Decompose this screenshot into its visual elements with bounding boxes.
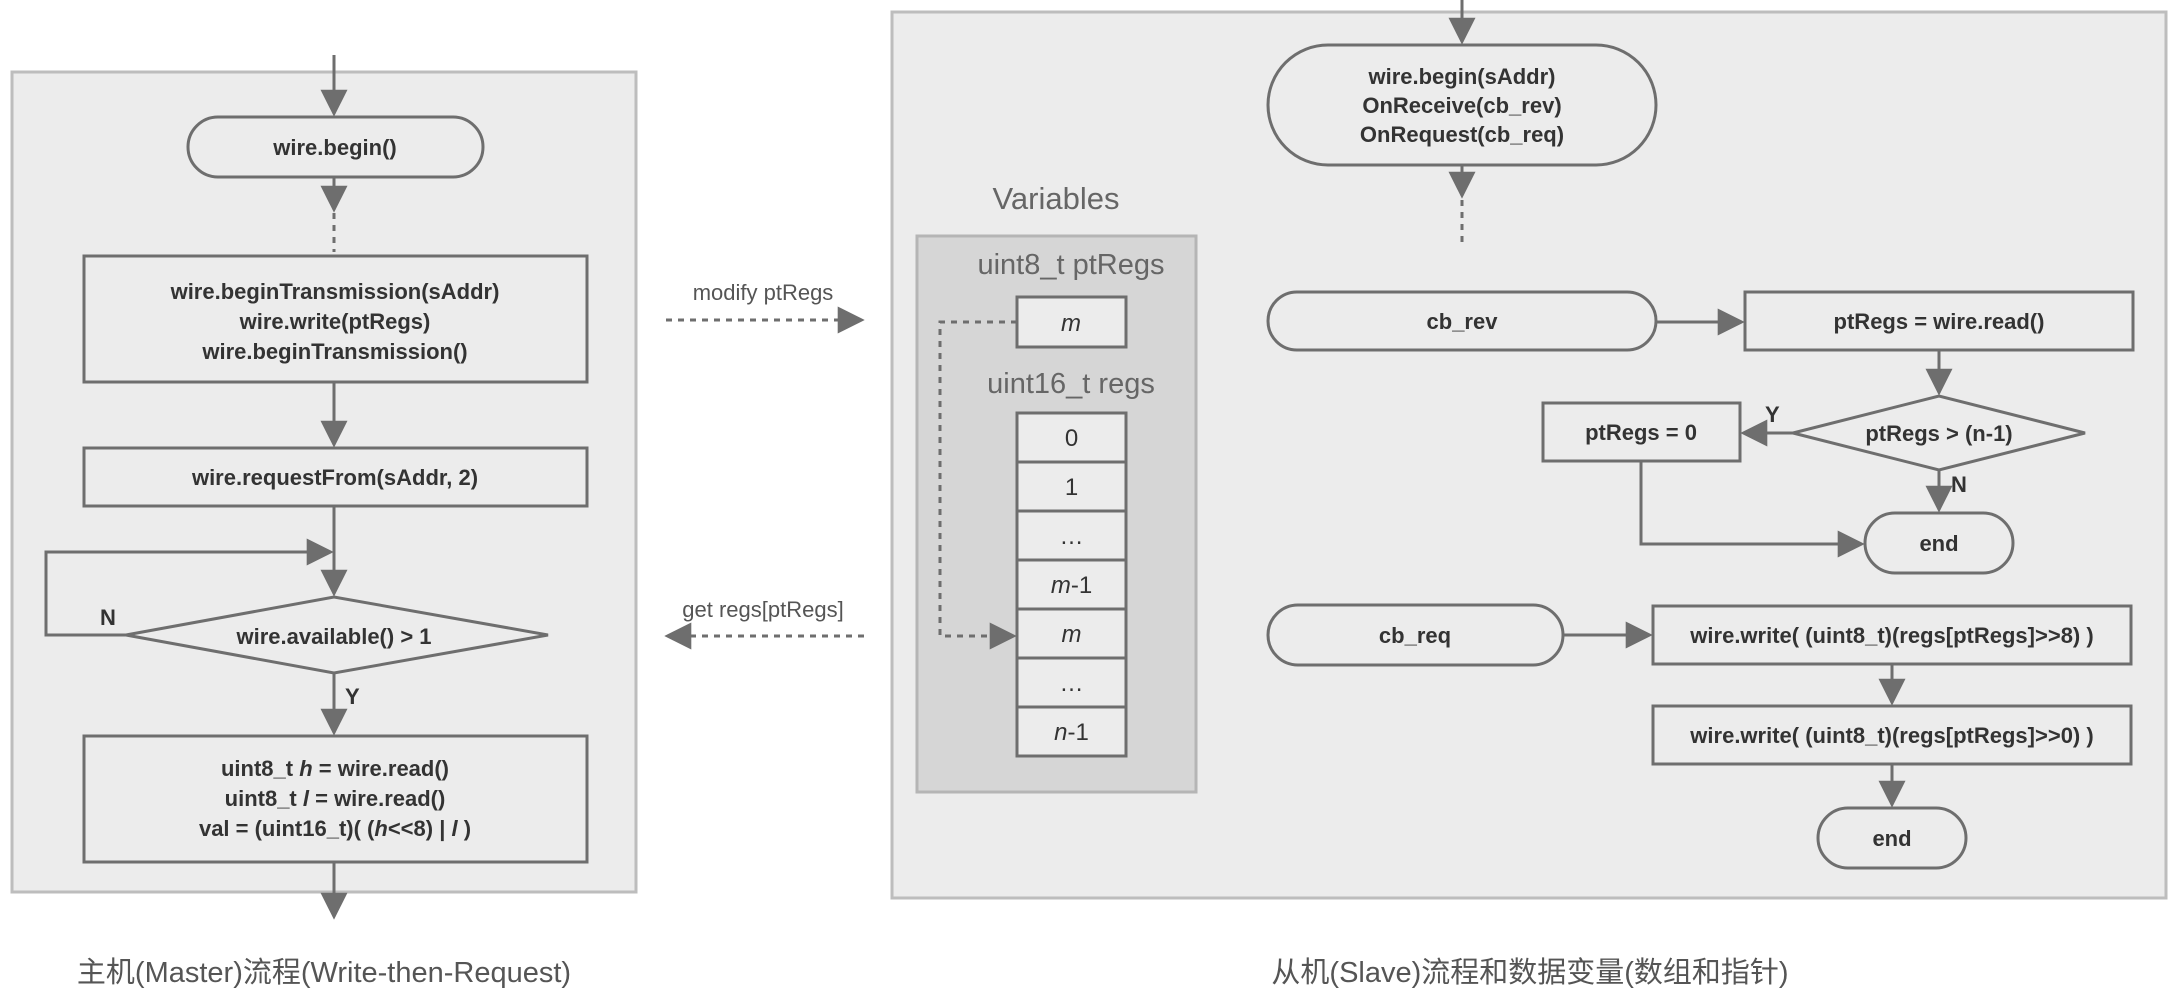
ptregs-value: m: [1061, 310, 1081, 337]
write-hi-label: wire.write( (uint8_t)(regs[ptRegs]>>8) ): [1689, 623, 2093, 648]
regs-array: 0 1 … m-1 m … n-1: [1015, 411, 1128, 758]
slave-begin-line-2: OnReceive(cb_rev): [1362, 93, 1561, 118]
end-label-2: end: [1872, 826, 1911, 851]
master-read-line-1: uint8_t h = wire.read(): [221, 756, 449, 781]
regs-cell-label: m: [1062, 621, 1082, 648]
regs-type-label: uint16_t regs: [987, 368, 1155, 400]
master-label-y: Y: [345, 684, 360, 709]
master-transmission-line-1: wire.beginTransmission(sAddr): [170, 279, 500, 304]
master-caption: 主机(Master)流程(Write-then-Request): [77, 956, 571, 989]
master-read-line-2: uint8_t l = wire.read(): [225, 786, 446, 811]
master-transmission-line-3: wire.beginTransmission(): [201, 339, 467, 364]
regs-cell-label: 1: [1065, 474, 1078, 501]
get-regs-label: get regs[ptRegs]: [682, 597, 843, 622]
master-available-label: wire.available() > 1: [235, 624, 431, 649]
end-label-1: end: [1919, 531, 1958, 556]
cb-req-label: cb_req: [1379, 623, 1451, 648]
master-transmission-line-2: wire.write(ptRegs): [239, 309, 431, 334]
diagram-svg: wire.begin() wire.beginTransmission(sAdd…: [10, 0, 2168, 989]
slave-begin-line-1: wire.begin(sAddr): [1367, 64, 1555, 89]
check-label-n: N: [1951, 472, 1967, 497]
diagram-canvas: wire.begin() wire.beginTransmission(sAdd…: [0, 0, 2173, 1000]
ptregs-type-label: uint8_t ptRegs: [977, 249, 1164, 281]
regs-cell-label: …: [1060, 670, 1084, 697]
check-ptregs-label: ptRegs > (n-1): [1865, 421, 2012, 446]
master-label-n: N: [100, 605, 116, 630]
check-label-y: Y: [1765, 402, 1780, 427]
write-lo-label: wire.write( (uint8_t)(regs[ptRegs]>>0) ): [1689, 723, 2093, 748]
master-read-line-3: val = (uint16_t)( (h<<8) | l ): [199, 816, 471, 841]
master-request-label: wire.requestFrom(sAddr, 2): [191, 465, 478, 490]
regs-cell-label: 0: [1065, 425, 1078, 452]
regs-cell-label: m-1: [1051, 572, 1092, 599]
reset-ptr-label: ptRegs = 0: [1585, 420, 1697, 445]
regs-cell-label: …: [1060, 523, 1084, 550]
modify-ptregs-label: modify ptRegs: [693, 280, 834, 305]
variables-title: Variables: [993, 181, 1120, 216]
slave-begin-line-3: OnRequest(cb_req): [1360, 122, 1564, 147]
read-ptr-label: ptRegs = wire.read(): [1834, 309, 2045, 334]
cb-rev-label: cb_rev: [1427, 309, 1499, 334]
master-begin-label: wire.begin(): [272, 135, 396, 160]
regs-cell-label: n-1: [1054, 719, 1089, 746]
slave-caption: 从机(Slave)流程和数据变量(数组和指针): [1271, 956, 1788, 989]
